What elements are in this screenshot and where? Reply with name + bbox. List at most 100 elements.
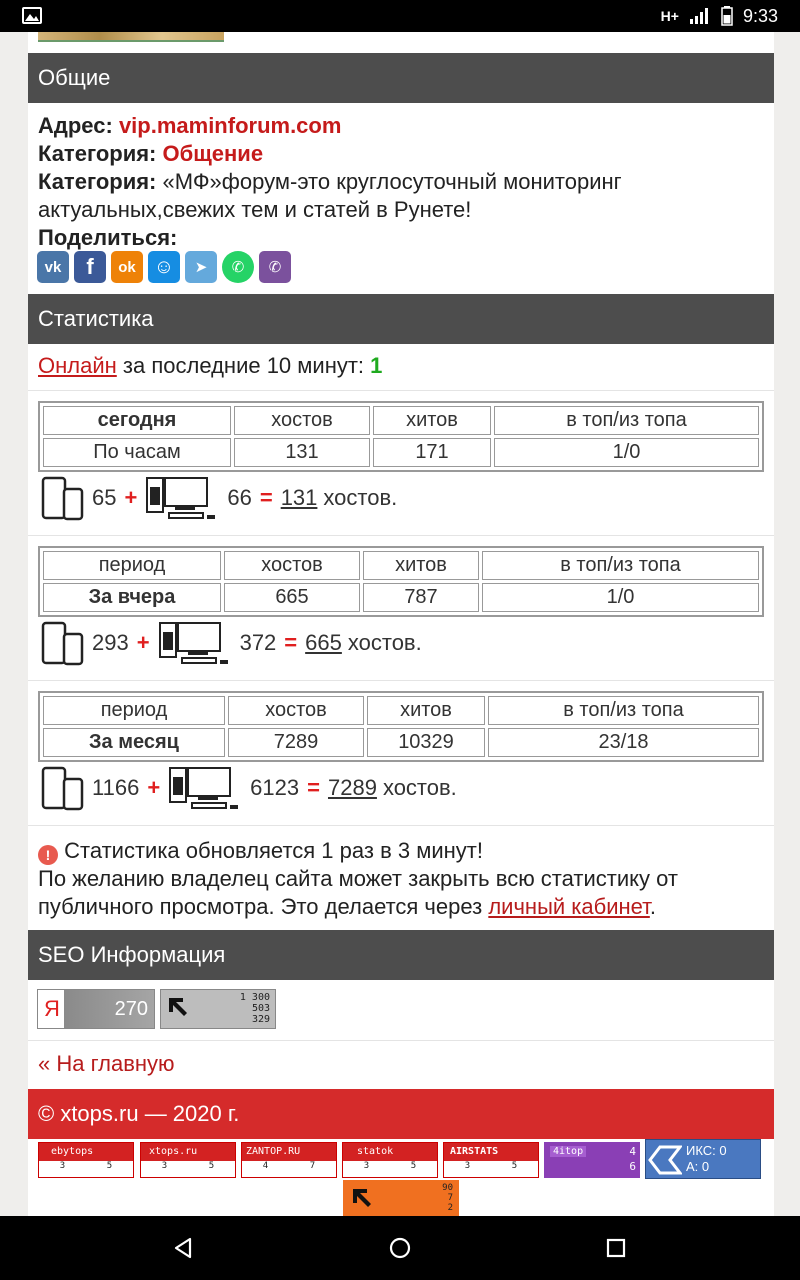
table-header-cell: сегодня xyxy=(43,406,231,435)
table-header-cell: хитов xyxy=(373,406,491,435)
top-cell: 23/18 xyxy=(488,728,759,757)
li-value-1: 90 xyxy=(442,1183,453,1193)
counter-name: 4itop xyxy=(550,1146,587,1157)
counter-name: AIRSTATS xyxy=(444,1143,538,1161)
liveinternet-arrow-icon xyxy=(169,998,187,1016)
note-line-1: Статистика обновляется 1 раз в 3 минут! xyxy=(64,838,483,863)
image-notification-icon xyxy=(22,7,42,24)
home-link[interactable]: « На главную xyxy=(38,1050,175,1078)
divider xyxy=(28,535,774,536)
table-header-cell: хостов xyxy=(228,696,364,725)
top-cell: 1/0 xyxy=(494,438,759,467)
liveinternet-badge[interactable]: 1 300 503 329 xyxy=(160,989,276,1029)
online-link[interactable]: Онлайн xyxy=(38,353,117,378)
recents-icon[interactable] xyxy=(604,1236,628,1260)
address-link[interactable]: vip.maminforum.com xyxy=(119,113,341,138)
liveinternet-arrow-icon xyxy=(353,1189,371,1207)
stats-note: ! Статистика обновляется 1 раз в 3 минут… xyxy=(38,837,678,921)
total-hosts: 7289 xyxy=(327,775,377,800)
share-row: Поделиться: xyxy=(38,224,177,252)
counter-value: 3 xyxy=(59,1161,66,1171)
page-content: Общие Адрес: vip.maminforum.com Категори… xyxy=(28,32,774,1216)
note-line-3: публичного просмотра. Это делается через xyxy=(38,894,483,919)
counter-name: ZANTOP.RU xyxy=(242,1143,336,1161)
back-icon[interactable] xyxy=(172,1236,196,1260)
equals-sign: = xyxy=(259,485,273,510)
online-row: Онлайн за последние 10 минут: 1 xyxy=(38,352,382,380)
note-line-2: По желанию владелец сайта может закрыть … xyxy=(38,866,678,891)
counter-value: 6 xyxy=(629,1160,636,1173)
vk-icon[interactable]: vk xyxy=(37,251,69,283)
counter-value: 3 xyxy=(161,1161,168,1171)
viber-icon[interactable]: ✆ xyxy=(259,251,291,283)
table-header-cell: период xyxy=(43,696,225,725)
telegram-icon[interactable]: ➤ xyxy=(185,251,217,283)
home-icon[interactable] xyxy=(388,1236,412,1260)
mobile-hosts: 293 xyxy=(92,630,129,655)
desktop-icon xyxy=(146,477,216,519)
address-row: Адрес: vip.maminforum.com xyxy=(38,112,341,140)
signal-icon xyxy=(689,8,708,24)
period-cell: За вчера xyxy=(43,583,221,612)
network-type: H+ xyxy=(660,8,679,24)
hits-cell: 787 xyxy=(363,583,479,612)
description-line-2: актуальных,свежих тем и статей в Рунете! xyxy=(38,197,472,222)
table-header-cell: хостов xyxy=(224,551,360,580)
online-text: за последние 10 минут: xyxy=(122,353,365,378)
yandex-iks-badge[interactable]: Я 270 xyxy=(37,989,155,1029)
footer-copyright: © xtops.ru — 2020 г. xyxy=(28,1089,774,1139)
odnoklassniki-icon[interactable]: ok xyxy=(111,251,143,283)
yandex-icon: Я xyxy=(44,996,60,1021)
yesterday-device-breakdown: 293 + 372 = 665 хостов. xyxy=(40,620,422,666)
mobile-devices-icon xyxy=(41,766,84,811)
divider xyxy=(28,1040,774,1041)
counter-statok[interactable]: statok 3 5 xyxy=(342,1142,438,1178)
hourly-link[interactable]: По часам xyxy=(43,438,231,467)
category-link[interactable]: Общение xyxy=(163,141,264,166)
note-end: . xyxy=(649,894,656,919)
address-label: Адрес: xyxy=(38,113,113,138)
table-header-row: период хостов хитов в топ/из топа xyxy=(43,551,759,580)
counter-value: 7 xyxy=(309,1161,316,1171)
table-header-row: период хостов хитов в топ/из топа xyxy=(43,696,759,725)
hosts-unit: хостов. xyxy=(347,630,422,655)
hits-cell: 10329 xyxy=(367,728,485,757)
category-row: Категория: Общение xyxy=(38,140,263,168)
hosts-cell: 7289 xyxy=(228,728,364,757)
counter-value: 5 xyxy=(511,1161,518,1171)
li-value-3: 329 xyxy=(251,1014,270,1025)
counter-xtops[interactable]: xtops.ru 3 5 xyxy=(140,1142,236,1178)
seo-header: SEO Информация xyxy=(28,930,774,980)
online-count: 1 xyxy=(370,353,383,378)
counter-zantop[interactable]: ZANTOP.RU 4 7 xyxy=(241,1142,337,1178)
li-value-2: 7 xyxy=(447,1193,453,1203)
counter-liveinternet[interactable]: 90 7 2 xyxy=(343,1180,459,1216)
top-cell: 1/0 xyxy=(482,583,759,612)
desktop-hosts: 372 xyxy=(239,630,277,655)
whatsapp-icon[interactable]: ✆ xyxy=(222,251,254,283)
clock: 9:33 xyxy=(742,5,778,26)
counter-name: ebytops xyxy=(39,1143,133,1161)
month-device-breakdown: 1166 + 6123 = 7289 хостов. xyxy=(40,765,457,811)
facebook-icon[interactable]: f xyxy=(74,251,106,283)
counter-4itop[interactable]: 4itop 4 6 xyxy=(544,1142,640,1178)
personal-cabinet-link[interactable]: личный кабинет xyxy=(488,894,649,919)
counter-iks[interactable]: ИКС: 0 А: 0 xyxy=(645,1139,761,1179)
yesterday-stats-table: период хостов хитов в топ/из топа За вче… xyxy=(38,546,764,617)
plus-sign: + xyxy=(136,630,150,655)
period-cell: За месяц xyxy=(43,728,225,757)
counter-value: 3 xyxy=(363,1161,370,1171)
today-stats-table: сегодня хостов хитов в топ/из топа По ча… xyxy=(38,401,764,472)
table-header-cell: в топ/из топа xyxy=(488,696,759,725)
counter-airstats[interactable]: AIRSTATS 3 5 xyxy=(443,1142,539,1178)
moimir-icon[interactable]: ☺ xyxy=(148,251,180,283)
counter-ebytops[interactable]: ebytops 3 5 xyxy=(38,1142,134,1178)
table-header-cell: хитов xyxy=(367,696,485,725)
counter-value: 3 xyxy=(464,1161,471,1171)
li-value-3: 2 xyxy=(447,1203,453,1213)
warning-icon: ! xyxy=(38,845,58,865)
share-label: Поделиться: xyxy=(38,225,178,250)
status-bar: H+ 9:33 xyxy=(0,0,800,32)
site-banner-image xyxy=(38,32,224,42)
li-value-2: 503 xyxy=(251,1003,270,1014)
